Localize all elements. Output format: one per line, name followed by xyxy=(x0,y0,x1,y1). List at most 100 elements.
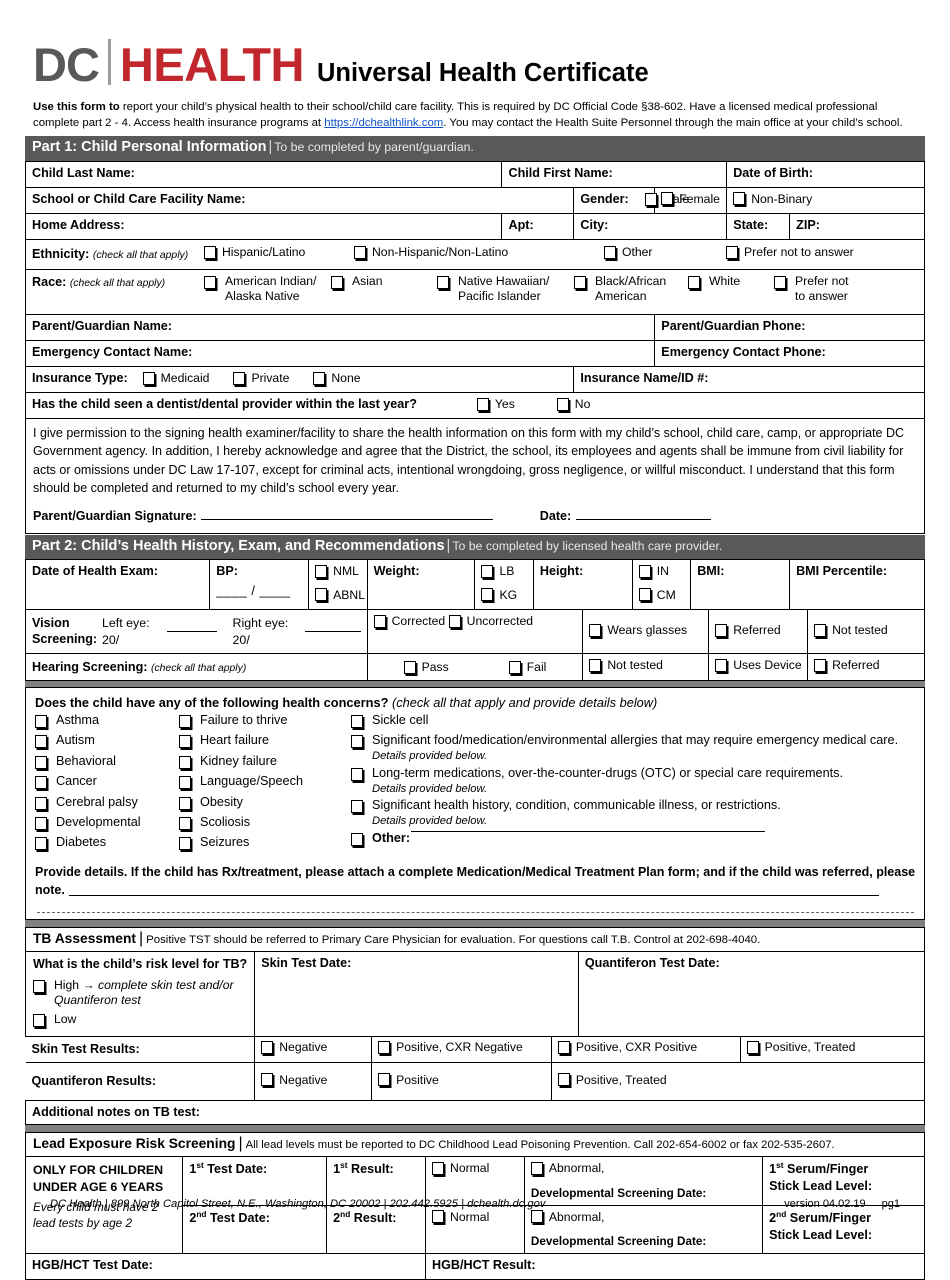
checkbox-diabetes[interactable] xyxy=(35,837,47,851)
checkbox-lead2-normal[interactable] xyxy=(432,1210,445,1224)
checkbox-lead2-abnormal[interactable] xyxy=(530,1210,543,1224)
field-child-last-name[interactable]: Child Last Name: xyxy=(24,160,503,188)
checkbox-skin-cxr-negative[interactable] xyxy=(378,1041,391,1055)
checkbox-gender-male[interactable] xyxy=(644,192,657,206)
field-gender-female[interactable]: Female xyxy=(654,186,728,215)
field-apt[interactable]: Apt: xyxy=(501,213,575,241)
checkbox-lead1-abnormal[interactable] xyxy=(530,1161,543,1175)
field-emergency-phone[interactable]: Emergency Contact Phone: xyxy=(654,340,925,368)
checkbox-behavioral[interactable] xyxy=(35,755,47,769)
field-quantiferon-test-date[interactable]: Quantiferon Test Date: xyxy=(577,951,926,1038)
checkbox-gender-female[interactable] xyxy=(661,192,674,206)
checkbox-weight-lb[interactable] xyxy=(481,564,494,578)
vision-left-input[interactable] xyxy=(166,631,217,633)
checkbox-vision-wears-glasses[interactable] xyxy=(589,623,602,637)
checkbox-weight-kg[interactable] xyxy=(481,588,494,602)
field-gender-nonbinary[interactable]: Non-Binary xyxy=(726,186,925,215)
other-input-line[interactable] xyxy=(411,830,766,832)
checkbox-insurance-private[interactable] xyxy=(233,372,246,386)
checkbox-race-white[interactable] xyxy=(688,276,700,290)
provide-details-line-1[interactable] xyxy=(68,895,879,897)
checkbox-skin-cxr-positive[interactable] xyxy=(557,1041,570,1055)
field-parent-name[interactable]: Parent/Guardian Name: xyxy=(24,314,656,342)
checkbox-ethnicity-nonhispanic[interactable] xyxy=(354,246,366,260)
dchealthlink-link[interactable]: https://dchealthlink.com xyxy=(324,117,443,129)
field-gender-male[interactable]: Gender: Male xyxy=(573,186,689,215)
checkbox-ethnicity-hispanic[interactable] xyxy=(204,246,216,260)
field-bmi-percentile[interactable]: BMI Percentile: xyxy=(789,559,925,611)
checkbox-failure-to-thrive[interactable] xyxy=(179,715,191,729)
field-weight[interactable]: Weight: xyxy=(366,559,476,611)
field-city[interactable]: City: xyxy=(573,213,728,241)
checkbox-sickle-cell[interactable] xyxy=(351,715,363,729)
provide-details-line-2[interactable] xyxy=(37,912,914,914)
checkbox-hearing-referred[interactable] xyxy=(814,659,827,673)
checkbox-height-cm[interactable] xyxy=(638,588,651,602)
field-insurance-id[interactable]: Insurance Name/ID #: xyxy=(573,366,925,394)
field-emergency-name[interactable]: Emergency Contact Name: xyxy=(24,340,656,368)
checkbox-race-american-indian[interactable] xyxy=(204,276,216,290)
checkbox-scoliosis[interactable] xyxy=(179,816,191,830)
checkbox-cancer[interactable] xyxy=(35,776,47,790)
checkbox-quant-positive-treated[interactable] xyxy=(557,1073,570,1087)
checkbox-vision-corrected[interactable] xyxy=(373,615,386,629)
checkbox-height-in[interactable] xyxy=(638,564,651,578)
checkbox-heart-failure[interactable] xyxy=(179,735,191,749)
field-height[interactable]: Height: xyxy=(532,559,633,611)
checkbox-quant-positive[interactable] xyxy=(378,1073,391,1087)
checkbox-significant-health-history[interactable] xyxy=(351,800,363,814)
checkbox-hearing-uses-device[interactable] xyxy=(715,659,728,673)
checkbox-bp-nml[interactable] xyxy=(315,564,328,578)
checkbox-language-speech[interactable] xyxy=(179,776,191,790)
checkbox-tb-high[interactable] xyxy=(33,980,45,994)
field-skin-test-date[interactable]: Skin Test Date: xyxy=(254,951,579,1038)
field-exam-date[interactable]: Date of Health Exam: xyxy=(24,559,211,611)
checkbox-skin-negative[interactable] xyxy=(261,1041,274,1055)
signature-line[interactable] xyxy=(200,519,493,521)
checkbox-allergies[interactable] xyxy=(351,735,363,749)
field-zip[interactable]: ZIP: xyxy=(789,213,925,241)
field-parent-phone[interactable]: Parent/Guardian Phone: xyxy=(654,314,925,342)
checkbox-dentist-no[interactable] xyxy=(556,398,569,412)
checkbox-quant-negative[interactable] xyxy=(261,1073,274,1087)
checkbox-other[interactable] xyxy=(351,832,363,846)
checkbox-bp-abnl[interactable] xyxy=(315,588,328,602)
field-child-first-name[interactable]: Child First Name: xyxy=(501,160,728,188)
field-lead-test2-date[interactable]: 2nd Test Date: xyxy=(182,1204,328,1255)
checkbox-seizures[interactable] xyxy=(179,837,191,851)
checkbox-asthma[interactable] xyxy=(35,715,47,729)
checkbox-lead1-normal[interactable] xyxy=(432,1161,445,1175)
field-hgb-test-date[interactable]: HGB/HCT Test Date: xyxy=(24,1253,427,1280)
field-state[interactable]: State: xyxy=(726,213,791,241)
checkbox-autism[interactable] xyxy=(35,735,47,749)
field-bmi[interactable]: BMI: xyxy=(690,559,791,611)
checkbox-ethnicity-prefer-not[interactable] xyxy=(726,246,738,260)
field-bp[interactable]: BP: ____ / ____ xyxy=(209,559,310,611)
signature-date-line[interactable] xyxy=(576,519,712,521)
vision-right-input[interactable] xyxy=(305,631,361,633)
checkbox-vision-not-tested[interactable] xyxy=(814,623,827,637)
checkbox-race-asian[interactable] xyxy=(331,276,343,290)
checkbox-long-term-medications[interactable] xyxy=(351,767,363,781)
checkbox-hearing-not-tested[interactable] xyxy=(589,659,602,673)
checkbox-kidney-failure[interactable] xyxy=(179,755,191,769)
field-tb-additional-notes[interactable]: Additional notes on TB test: xyxy=(25,1100,925,1126)
checkbox-tb-low[interactable] xyxy=(33,1013,45,1027)
checkbox-cerebral-palsy[interactable] xyxy=(35,796,47,810)
field-hgb-result[interactable]: HGB/HCT Result: xyxy=(425,1253,925,1280)
field-lead-serum2[interactable]: 2nd Serum/Finger Stick Lead Level: xyxy=(762,1204,925,1255)
checkbox-race-black[interactable] xyxy=(574,276,586,290)
checkbox-skin-positive-treated[interactable] xyxy=(746,1041,759,1055)
checkbox-race-prefer-not[interactable] xyxy=(774,276,786,290)
checkbox-vision-referred[interactable] xyxy=(715,623,728,637)
field-school-name[interactable]: School or Child Care Facility Name: xyxy=(24,186,575,215)
checkbox-obesity[interactable] xyxy=(179,796,191,810)
checkbox-ethnicity-other[interactable] xyxy=(604,246,616,260)
checkbox-hearing-pass[interactable] xyxy=(403,660,416,674)
field-date-of-birth[interactable]: Date of Birth: xyxy=(726,160,925,188)
checkbox-dentist-yes[interactable] xyxy=(476,398,489,412)
checkbox-hearing-fail[interactable] xyxy=(508,660,521,674)
checkbox-developmental[interactable] xyxy=(35,816,47,830)
checkbox-insurance-none[interactable] xyxy=(313,372,326,386)
field-home-address[interactable]: Home Address: xyxy=(24,213,503,241)
